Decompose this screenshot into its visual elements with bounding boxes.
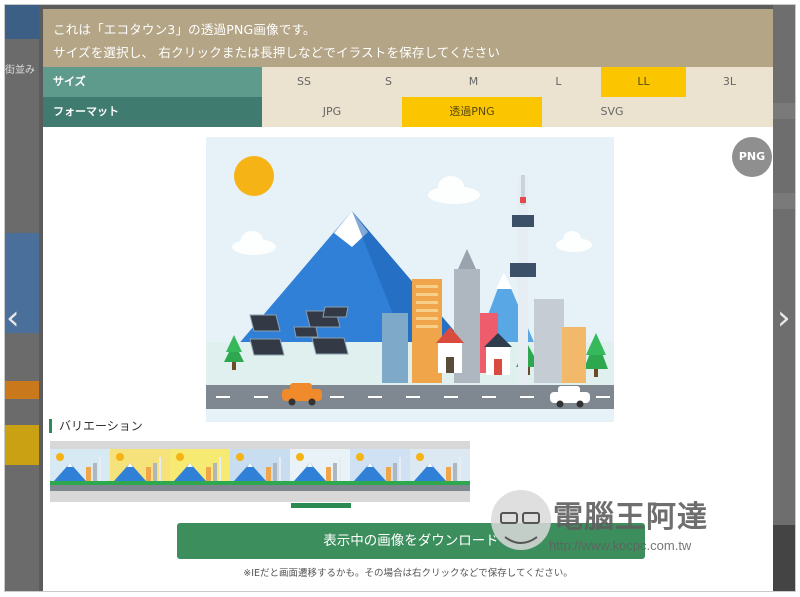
format-option-png[interactable]: 透過PNG [402, 97, 542, 127]
format-option-empty [682, 97, 773, 127]
prev-image-arrow[interactable]: ‹ [6, 301, 20, 335]
background-logo [5, 5, 39, 39]
building [534, 299, 564, 383]
download-note: ※IEだと画面遷移するかも。その場合は右クリックなどで保存してください。 [243, 568, 573, 579]
size-option-s[interactable]: S [346, 67, 431, 97]
header-line-2: サイズを選択し、 右クリックまたは長押しなどでイラストを保存してください [53, 45, 501, 60]
building [562, 327, 586, 383]
background-image [5, 381, 39, 399]
format-row: フォーマット JPG 透過PNG SVG [43, 97, 773, 127]
size-option-m[interactable]: M [431, 67, 516, 97]
size-options: SS S M L LL 3L [262, 67, 773, 97]
size-row: サイズ SS S M L LL 3L [43, 67, 773, 97]
size-option-3l[interactable]: 3L [686, 67, 773, 97]
variation-thumbnail[interactable] [230, 449, 290, 491]
size-option-ss[interactable]: SS [262, 67, 346, 97]
size-option-l[interactable]: L [516, 67, 601, 97]
size-option-ll[interactable]: LL [601, 67, 686, 97]
sun-icon [234, 156, 274, 196]
eco-town-illustration [206, 137, 614, 422]
variation-thumbnail[interactable] [170, 449, 230, 491]
background-image [5, 425, 39, 465]
size-label: サイズ [43, 67, 262, 97]
modal-header: これは「エコタウン3」の透過PNG画像です。 サイズを選択し、 右クリックまたは… [43, 9, 773, 67]
format-option-svg[interactable]: SVG [542, 97, 682, 127]
variation-strip [50, 441, 470, 502]
format-label: フォーマット [43, 97, 262, 127]
next-image-arrow[interactable]: › [777, 301, 791, 335]
header-line-1: これは「エコタウン3」の透過PNG画像です。 [53, 22, 316, 37]
format-options: JPG 透過PNG SVG [262, 97, 773, 127]
variation-title: バリエーション [49, 419, 143, 433]
background-block [773, 193, 795, 209]
format-option-jpg[interactable]: JPG [262, 97, 402, 127]
watermark-url: http://www.kocpc.com.tw [549, 538, 692, 553]
variation-thumbnail[interactable] [410, 449, 470, 491]
variation-thumbnail[interactable] [110, 449, 170, 491]
building [382, 313, 408, 383]
watermark-title: 電腦王阿達 [553, 500, 708, 535]
variation-thumbnail[interactable] [290, 449, 350, 491]
variation-selected-indicator [291, 503, 351, 508]
variation-thumbnail[interactable] [350, 449, 410, 491]
png-format-badge: PNG [732, 137, 772, 177]
background-block [773, 103, 795, 119]
screenshot-frame: 街並み ‹ › これは「エコタウン3」の透過PNG画像です。 サイズを選択し、 … [4, 4, 796, 592]
variation-thumbnail[interactable] [50, 449, 110, 491]
background-text: 街並み [5, 65, 35, 76]
